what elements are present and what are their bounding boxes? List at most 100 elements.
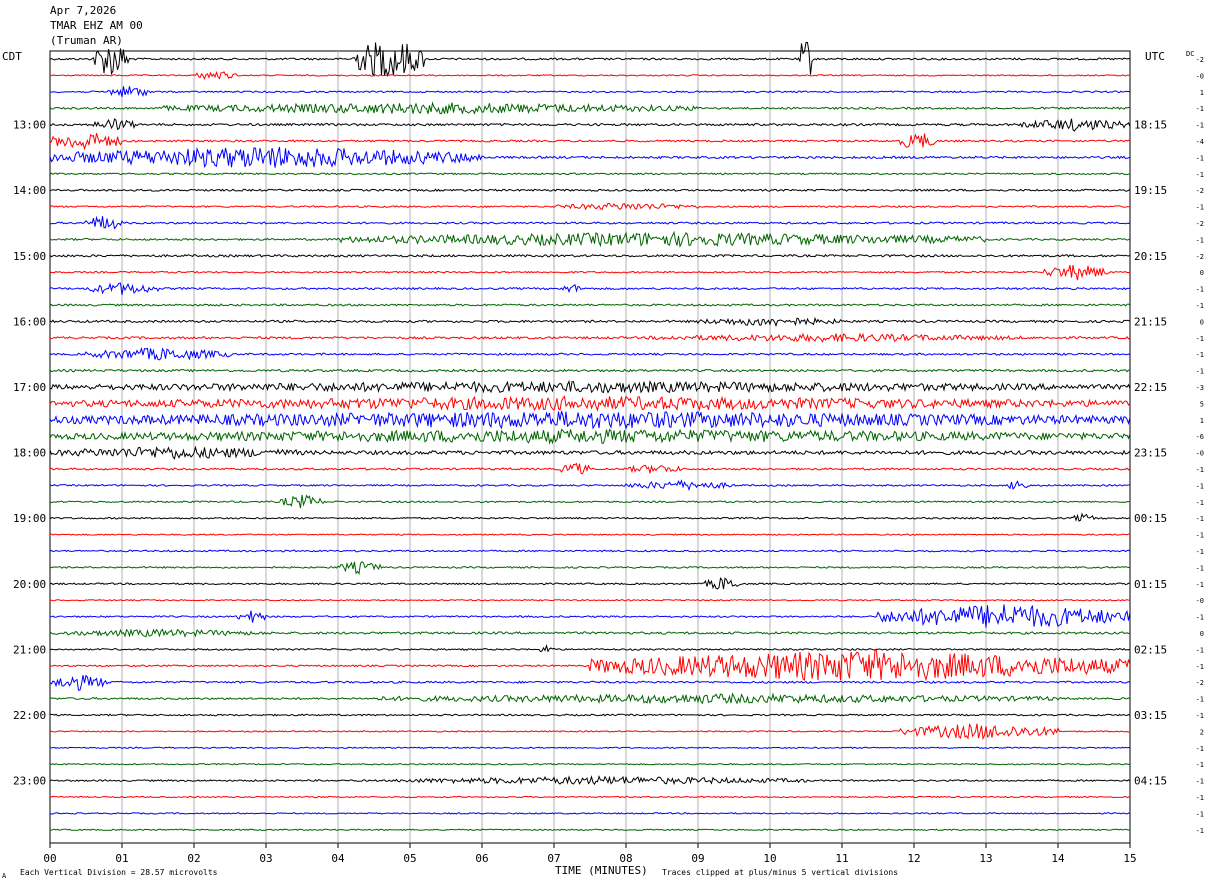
right-hour-label: 04:15 <box>1134 775 1167 788</box>
dc-offset-label: -1 <box>1196 712 1204 720</box>
right-hour-labels: 18:15 19:15 20:15 21:15 22:15 23:15 00:15 01:15… <box>1134 119 1167 788</box>
left-hour-label: 14:00 <box>13 184 46 197</box>
dc-offset-label: -6 <box>1196 433 1204 441</box>
dc-offset-label: -1 <box>1196 105 1204 113</box>
dc-offset-label: 2 <box>1200 728 1204 736</box>
trace-line <box>49 549 1131 553</box>
x-tick-label: 03 <box>259 852 272 865</box>
x-tick-label: 14 <box>1051 852 1065 865</box>
trace-line <box>49 462 1131 475</box>
dc-offset-label: -1 <box>1196 499 1204 507</box>
dc-offset-label: -1 <box>1196 351 1204 359</box>
right-hour-label: 00:15 <box>1134 512 1167 525</box>
right-hour-label: 02:15 <box>1134 643 1167 656</box>
trace-line <box>49 762 1131 766</box>
right-zone-label: UTC <box>1145 50 1165 63</box>
trace-line <box>49 395 1131 412</box>
left-hour-label: 21:00 <box>13 643 46 656</box>
minute-gridlines <box>121 51 1059 843</box>
dc-offset-label: -1 <box>1196 548 1204 556</box>
dc-offset-label: -0 <box>1196 450 1204 458</box>
dc-offset-label: -1 <box>1196 581 1204 589</box>
trace-line <box>49 428 1131 445</box>
trace-line <box>49 746 1131 750</box>
seismic-traces <box>49 42 1131 832</box>
left-hour-label: 20:00 <box>13 578 46 591</box>
left-hour-label: 15:00 <box>13 250 46 263</box>
trace-line <box>49 649 1131 682</box>
trace-line <box>49 70 1131 80</box>
trace-line <box>49 215 1131 230</box>
corner-mark: A <box>2 872 7 880</box>
trace-line <box>49 133 1131 151</box>
trace-line <box>49 512 1131 522</box>
right-hour-label: 18:15 <box>1134 119 1167 132</box>
dc-offset-label: -1 <box>1196 122 1204 130</box>
trace-line <box>49 643 1131 653</box>
dc-offset-label: -2 <box>1196 679 1204 687</box>
right-hour-label: 01:15 <box>1134 578 1167 591</box>
trace-line <box>49 692 1131 705</box>
left-hour-label: 18:00 <box>13 447 46 460</box>
dc-offset-label: -1 <box>1196 302 1204 310</box>
dc-offset-label: -1 <box>1196 335 1204 343</box>
trace-line <box>49 42 1131 78</box>
dc-offset-label: 1 <box>1200 89 1204 97</box>
clip-note: Traces clipped at plus/minus 5 vertical … <box>662 868 898 877</box>
dc-offset-label: 0 <box>1200 318 1204 326</box>
dc-offset-label: -1 <box>1196 614 1204 622</box>
trace-line <box>49 576 1130 590</box>
dc-offset-label: -2 <box>1196 187 1204 195</box>
right-hour-label: 23:15 <box>1134 447 1167 460</box>
dc-offset-label: -1 <box>1196 204 1204 212</box>
trace-line <box>49 533 1131 536</box>
trace-line <box>49 713 1131 717</box>
trace-line <box>49 828 1131 832</box>
x-tick-label: 01 <box>115 852 128 865</box>
trace-line <box>49 118 1131 132</box>
dc-offset-label: -1 <box>1196 696 1204 704</box>
trace-line <box>49 332 1131 343</box>
x-axis-label: TIME (MINUTES) <box>555 864 648 877</box>
trace-line <box>49 188 1131 192</box>
left-hour-label: 23:00 <box>13 775 46 788</box>
trace-line <box>49 264 1131 281</box>
dc-offset-label: 0 <box>1200 630 1204 638</box>
dc-offset-label: -1 <box>1196 286 1204 294</box>
dc-offset-label: -4 <box>1196 138 1204 146</box>
x-tick-label: 13 <box>979 852 992 865</box>
right-hour-label: 20:15 <box>1134 250 1167 263</box>
right-hour-label: 21:15 <box>1134 315 1167 328</box>
trace-line <box>49 303 1131 307</box>
trace-line <box>49 494 1131 509</box>
trace-line <box>49 628 1131 638</box>
dc-offset-label: -2 <box>1196 56 1204 64</box>
dc-offset-label: -1 <box>1196 663 1204 671</box>
left-hour-label: 19:00 <box>13 512 46 525</box>
x-tick-label: 12 <box>907 852 920 865</box>
trace-line <box>49 379 1131 394</box>
plot-frame <box>49 50 1131 844</box>
trace-line <box>49 86 1131 98</box>
dc-offset-label: 0 <box>1200 269 1204 277</box>
dc-offset-label: -1 <box>1196 515 1204 523</box>
dc-offset-label: -1 <box>1196 236 1204 244</box>
trace-line <box>49 253 1131 258</box>
right-hour-label: 03:15 <box>1134 709 1167 722</box>
dc-offset-label: -1 <box>1196 761 1204 769</box>
x-tick-label: 11 <box>835 852 848 865</box>
dc-offset-label: -3 <box>1196 384 1204 392</box>
dc-offset-label: -1 <box>1196 154 1204 162</box>
trace-line <box>49 812 1131 815</box>
x-tick-labels: 00 01 02 03 04 05 06 07 08 09 10 11 12 13 14 15 <box>43 843 1137 865</box>
trace-line <box>49 560 1131 576</box>
x-tick-label: 04 <box>331 852 345 865</box>
left-hour-labels: 13:00 14:00 15:00 16:00 17:00 18:00 19:00 20:00… <box>13 119 46 788</box>
x-tick-label: 10 <box>763 852 776 865</box>
trace-line <box>49 445 1131 460</box>
trace-line <box>49 795 1131 799</box>
trace-line <box>49 101 1131 115</box>
trace-line <box>49 604 1131 628</box>
x-tick-label: 15 <box>1123 852 1136 865</box>
trace-line <box>49 230 1131 248</box>
